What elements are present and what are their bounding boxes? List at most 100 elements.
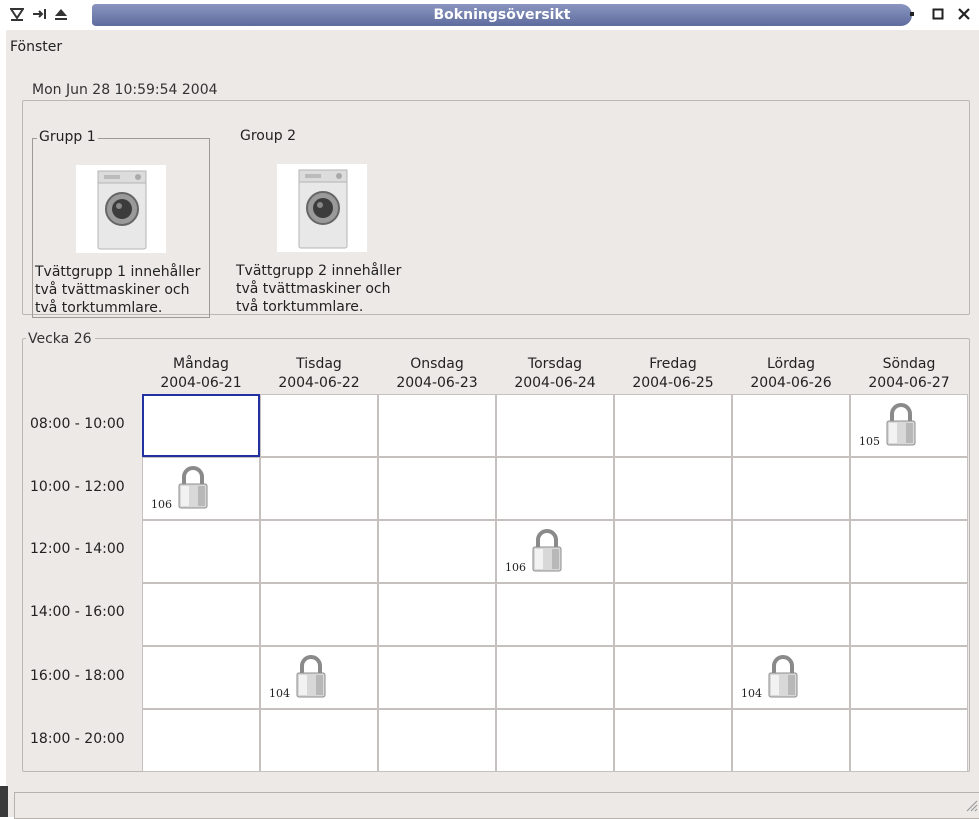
booking-marker[interactable]: 104: [269, 654, 328, 702]
padlock-icon: [766, 654, 800, 702]
day-date: 2004-06-24: [514, 375, 596, 391]
slot-cell[interactable]: [850, 520, 968, 583]
window-title: Bokningsöversikt: [92, 4, 912, 26]
maximize-icon[interactable]: [929, 5, 947, 23]
slot-cell[interactable]: [260, 520, 378, 583]
slot-cell[interactable]: 104: [732, 646, 850, 709]
menu-item-fonster[interactable]: Fönster: [10, 39, 62, 55]
slot-cell[interactable]: [732, 394, 850, 457]
slot-cell[interactable]: [142, 646, 260, 709]
day-header-fredag: Fredag 2004-06-25: [614, 355, 732, 393]
group-description-line: Tvättgrupp 1 innehåller: [35, 264, 201, 280]
slot-cell[interactable]: [614, 520, 732, 583]
slot-cell[interactable]: [496, 457, 614, 520]
minimize-icon[interactable]: [903, 5, 921, 23]
day-header-tisdag: Tisdag 2004-06-22: [260, 355, 378, 393]
slot-cell[interactable]: [142, 520, 260, 583]
slot-cell[interactable]: [614, 709, 732, 772]
close-icon[interactable]: [955, 5, 973, 23]
group-description: Tvättgrupp 2 innehåller två tvättmaskine…: [236, 262, 416, 316]
slot-cell[interactable]: [496, 646, 614, 709]
slot-cell[interactable]: 106: [496, 520, 614, 583]
slot-cell[interactable]: [142, 709, 260, 772]
group-description: Tvättgrupp 1 innehåller två tvättmaskine…: [35, 263, 215, 317]
slot-cell[interactable]: [378, 646, 496, 709]
slot-cell[interactable]: [378, 457, 496, 520]
window-edge: [0, 786, 8, 817]
day-name: Fredag: [649, 356, 697, 372]
window-menu-icon[interactable]: [8, 5, 26, 23]
slot-cell[interactable]: [732, 520, 850, 583]
day-header-torsdag: Torsdag 2004-06-24: [496, 355, 614, 393]
day-name: Tisdag: [296, 356, 342, 372]
washing-machine-icon: [277, 164, 367, 252]
slot-cell[interactable]: [732, 709, 850, 772]
padlock-icon: [294, 654, 328, 702]
time-slot-label: 08:00 - 10:00: [30, 416, 125, 432]
room-number: 106: [151, 498, 172, 511]
slot-cell[interactable]: [378, 583, 496, 646]
status-bar: [14, 792, 979, 819]
day-name: Måndag: [173, 356, 229, 372]
slot-cell[interactable]: [496, 394, 614, 457]
time-slot-label: 18:00 - 20:00: [30, 731, 125, 747]
slot-cell[interactable]: [732, 583, 850, 646]
slot-cell[interactable]: [732, 457, 850, 520]
slot-cell[interactable]: [378, 520, 496, 583]
day-date: 2004-06-26: [750, 375, 832, 391]
menu-bar: Fönster: [10, 39, 62, 55]
week-label: Vecka 26: [26, 331, 95, 347]
slot-cell[interactable]: [496, 709, 614, 772]
resize-grip-icon[interactable]: [964, 798, 978, 816]
slot-cell[interactable]: [496, 583, 614, 646]
title-bar-left-controls: [8, 4, 70, 24]
day-name: Söndag: [882, 356, 936, 372]
booking-marker[interactable]: 105: [859, 402, 918, 450]
washing-machine-icon: [76, 165, 166, 253]
group-description-line: två torktummlare.: [35, 300, 163, 316]
slot-cell[interactable]: [260, 457, 378, 520]
slot-cell[interactable]: [260, 709, 378, 772]
title-bar-right-controls: [903, 4, 973, 24]
slot-cell[interactable]: [850, 457, 968, 520]
slot-cell[interactable]: [142, 583, 260, 646]
group-card-1[interactable]: Grupp 1 Tvättgrupp 1 innehåller två tvät…: [32, 129, 210, 318]
day-name: Lördag: [767, 356, 815, 372]
slot-cell[interactable]: [614, 646, 732, 709]
slot-cell[interactable]: [614, 457, 732, 520]
room-number: 104: [269, 687, 290, 700]
slot-cell[interactable]: [260, 394, 378, 457]
booking-marker[interactable]: 106: [505, 528, 564, 576]
time-slot-label: 16:00 - 18:00: [30, 668, 125, 684]
time-slot-label: 10:00 - 12:00: [30, 479, 125, 495]
group-card-2[interactable]: Group 2 Tvättgrupp 2 innehåller två tvät…: [234, 128, 410, 316]
eject-icon[interactable]: [52, 5, 70, 23]
day-header-sondag: Söndag 2004-06-27: [850, 355, 968, 393]
day-date: 2004-06-21: [160, 375, 242, 391]
time-slot-label: 12:00 - 14:00: [30, 541, 125, 557]
slot-cell[interactable]: [614, 583, 732, 646]
padlock-icon: [176, 465, 210, 513]
slot-cell[interactable]: [850, 646, 968, 709]
slot-cell[interactable]: 106: [142, 457, 260, 520]
booking-marker[interactable]: 104: [741, 654, 800, 702]
day-name: Torsdag: [527, 356, 583, 372]
slot-cell[interactable]: [378, 394, 496, 457]
shade-icon[interactable]: [30, 5, 48, 23]
booking-marker[interactable]: 106: [151, 465, 210, 513]
slot-cell[interactable]: [260, 583, 378, 646]
day-header-lordag: Lördag 2004-06-26: [732, 355, 850, 393]
group-label: Grupp 1: [37, 129, 98, 145]
slot-cell[interactable]: [614, 394, 732, 457]
slot-cell[interactable]: [850, 709, 968, 772]
slot-cell[interactable]: 105: [850, 394, 968, 457]
timestamp-label: Mon Jun 28 10:59:54 2004: [30, 82, 221, 98]
day-date: 2004-06-23: [396, 375, 478, 391]
group-description-line: Tvättgrupp 2 innehåller: [236, 263, 402, 279]
slot-cell[interactable]: [850, 583, 968, 646]
slot-cell[interactable]: [142, 394, 260, 457]
slot-cell[interactable]: 104: [260, 646, 378, 709]
day-header-onsdag: Onsdag 2004-06-23: [378, 355, 496, 393]
group-label: Group 2: [238, 128, 298, 144]
slot-cell[interactable]: [378, 709, 496, 772]
